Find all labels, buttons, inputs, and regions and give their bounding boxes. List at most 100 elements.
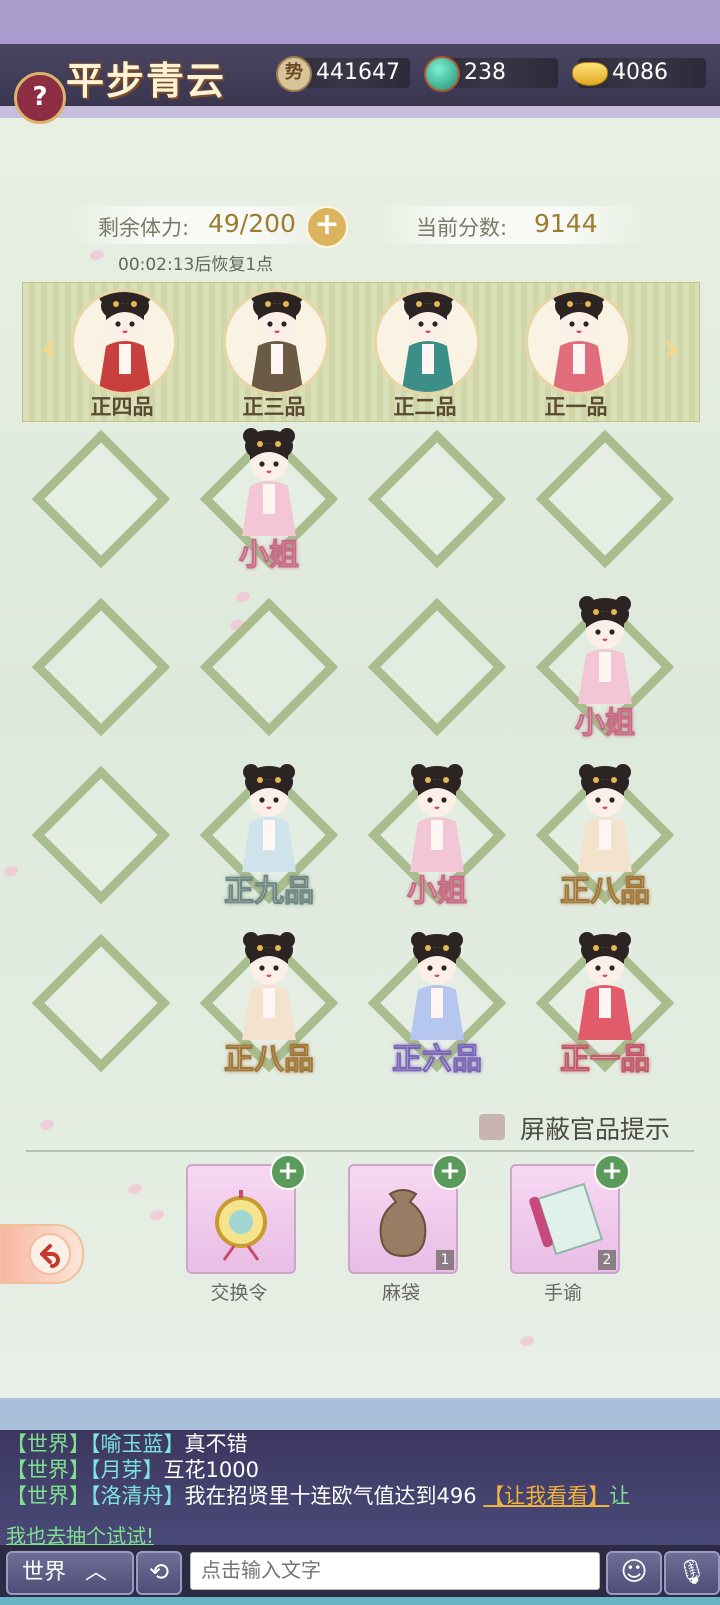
board-cell-occupied[interactable]: 小姐 (367, 764, 507, 910)
jade-currency: 238 (424, 56, 558, 92)
rank-portrait (525, 289, 631, 395)
game-title: 平步青云 (66, 58, 227, 103)
board-cell-empty[interactable] (31, 765, 171, 905)
back-button[interactable] (0, 1224, 84, 1284)
chat-user[interactable]: 【喻玉蓝】 (90, 1432, 185, 1456)
item-name: 手谕 (543, 1282, 582, 1304)
cell-diamond (367, 429, 507, 569)
board-cell-empty[interactable] (367, 429, 507, 569)
stamina-timer: 00:02:13后恢复1点 (118, 255, 274, 275)
piece-rank-label: 正六品 (392, 1042, 483, 1078)
influence-value: 441647 (316, 60, 400, 85)
chevron-right-icon[interactable]: › (663, 325, 679, 371)
rank-label: 正三品 (242, 395, 306, 419)
piece-rank-label: 小姐 (575, 706, 636, 742)
item-slot[interactable]: + (186, 1154, 306, 1276)
chat-panel: 【世界】【喻玉蓝】真不错 【世界】【月芽】互花1000 【世界】【洛清舟】我在招贤里… (0, 1430, 720, 1548)
voice-button[interactable]: 🎙 (664, 1551, 720, 1595)
cell-diamond (367, 597, 507, 737)
rank-portrait (374, 289, 480, 395)
chat-text: 互花1000 (163, 1458, 259, 1482)
cell-diamond (31, 933, 171, 1073)
exchange-token-icon (188, 1190, 294, 1276)
rank-label: 正二品 (393, 395, 457, 419)
rank-slot[interactable]: 正四品 (67, 289, 177, 419)
jade-orb-icon (424, 56, 460, 92)
cell-diamond (31, 429, 171, 569)
chat-user[interactable]: 【洛清舟】 (90, 1484, 185, 1508)
board-cell-occupied[interactable]: 正八品 (199, 932, 339, 1078)
rank-slot[interactable]: 正一品 (521, 289, 631, 419)
item-count: 2 (598, 1250, 616, 1270)
chat-separator (0, 1398, 720, 1430)
history-button[interactable]: ⟲ (136, 1551, 182, 1595)
board-cell-empty[interactable] (367, 597, 507, 737)
item-name: 交换令 (210, 1282, 268, 1304)
help-button[interactable]: ? (14, 72, 66, 124)
channel-select-button[interactable]: 世界 ︿ (6, 1551, 134, 1595)
board-cell-empty[interactable] (31, 597, 171, 737)
emoji-button[interactable]: ☺ (606, 1551, 662, 1595)
board-cell-empty[interactable] (535, 429, 675, 569)
clock-icon: ⟲ (148, 1558, 170, 1586)
character-figure-icon (250, 292, 304, 392)
add-item-button[interactable]: + (270, 1154, 306, 1190)
cell-diamond (535, 429, 675, 569)
chat-message: 【世界】【洛清舟】我在招贤里十连欧气值达到496 【让我看看】让 (6, 1480, 630, 1510)
rank-portrait (223, 289, 329, 395)
chat-text: 真不错 (184, 1432, 248, 1456)
piece-rank-label: 正八品 (560, 874, 651, 910)
gold-value: 4086 (612, 60, 668, 85)
header-underline (0, 106, 720, 118)
hide-rank-hint-label: 屏蔽官品提示 (520, 1115, 671, 1144)
chat-user[interactable]: 【月芽】 (90, 1458, 164, 1482)
status-band (0, 0, 720, 44)
influence-coin-icon: 势 (276, 56, 312, 92)
add-item-button[interactable]: + (432, 1154, 468, 1190)
cell-diamond (199, 597, 339, 737)
stamina-label: 剩余体力: (98, 216, 190, 240)
stamina-panel: 剩余体力: 49/200 (70, 206, 330, 244)
chevron-up-icon: ︿ (85, 1560, 108, 1585)
chevron-left-icon[interactable]: ‹ (41, 325, 57, 371)
board-cell-occupied[interactable]: 小姐 (535, 596, 675, 742)
board-cell-empty[interactable] (199, 597, 339, 737)
board-cell-occupied[interactable]: 小姐 (199, 428, 339, 574)
influence-currency: 势 441647 (276, 56, 410, 92)
board-cell-occupied[interactable]: 正八品 (535, 764, 675, 910)
cell-diamond (31, 765, 171, 905)
microphone-icon: 🎙 (676, 1558, 708, 1586)
board-cell-occupied[interactable]: 正九品 (199, 764, 339, 910)
item-slot[interactable]: +2 (510, 1154, 630, 1274)
rank-label: 正四品 (90, 395, 154, 419)
hide-rank-hint-checkbox[interactable] (479, 1114, 505, 1140)
add-item-button[interactable]: + (594, 1154, 630, 1190)
character-figure-icon (401, 292, 455, 392)
piece-rank-label: 正一品 (560, 1042, 651, 1078)
piece-rank-label: 小姐 (239, 538, 300, 574)
item-count: 1 (436, 1250, 454, 1270)
divider (26, 1150, 694, 1152)
piece-rank-label: 正九品 (224, 874, 315, 910)
add-stamina-button[interactable]: + (306, 206, 348, 248)
question-icon: ? (32, 82, 48, 112)
character-figure-icon (552, 292, 606, 392)
piece-rank-label: 正八品 (224, 1042, 315, 1078)
board-cell-occupied[interactable]: 正六品 (367, 932, 507, 1078)
chat-text-tail: 让 (609, 1484, 631, 1508)
chat-channel: 【世界】 (6, 1432, 90, 1456)
board-cell-empty[interactable] (31, 933, 171, 1073)
gold-currency: 4086 (572, 58, 706, 88)
rank-slot[interactable]: 正三品 (219, 289, 329, 419)
item-slot[interactable]: +1 (348, 1154, 468, 1274)
board-cell-occupied[interactable]: 正一品 (535, 932, 675, 1078)
score-label: 当前分数: (416, 216, 508, 240)
rank-slot[interactable]: 正二品 (370, 289, 480, 419)
chat-channel: 【世界】 (6, 1458, 90, 1482)
chat-link[interactable]: 【让我看看】 (483, 1484, 609, 1508)
board-cell-empty[interactable] (31, 429, 171, 569)
stamina-value: 49/200 (208, 209, 296, 238)
piece-rank-label: 小姐 (407, 874, 468, 910)
chat-input[interactable] (190, 1552, 600, 1590)
score-value: 9144 (534, 209, 598, 238)
